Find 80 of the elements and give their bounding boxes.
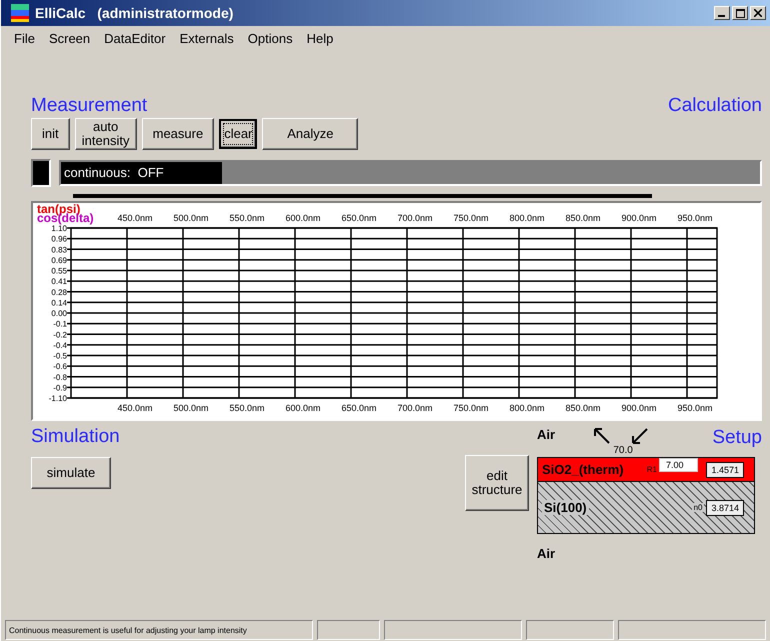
layer-tag: n0 (692, 503, 704, 512)
x-tick-label: 450.0nm (117, 403, 153, 413)
x-tick-label: 650.0nm (341, 403, 377, 413)
x-tick-label: 650.0nm (341, 213, 377, 223)
x-tick-label: 850.0nm (565, 213, 601, 223)
layer-name: SiO2_(therm) (542, 462, 624, 477)
index-field[interactable]: 1.4571 (706, 462, 744, 478)
y-tick-label: -0.2 (53, 330, 67, 340)
x-tick-label: 950.0nm (677, 213, 713, 223)
y-tick-label: -0.5 (53, 352, 67, 360)
y-tick-label: 0.14 (51, 298, 67, 308)
simulate-button[interactable]: simulate (31, 457, 111, 489)
y-tick-label: -0.9 (53, 383, 67, 392)
section-title: Calculation (668, 96, 762, 116)
ambient-label: Air (537, 427, 556, 442)
maximize-button[interactable] (732, 6, 748, 20)
x-tick-label: 800.0nm (509, 403, 545, 413)
index-field[interactable]: 3.8714 (706, 500, 744, 516)
section-title: Simulation (31, 427, 121, 447)
y-tick-label: -0.8 (53, 372, 67, 382)
measure-button[interactable]: measure (142, 118, 214, 150)
analyze-button[interactable]: Analyze (262, 118, 358, 150)
y-tick-label: 0.28 (51, 288, 67, 297)
layer-name: Si(100) (542, 500, 589, 515)
window-title: ElliCalc (administratormode) (35, 5, 234, 21)
close-button[interactable] (750, 6, 766, 20)
y-tick-label: -0.6 (53, 362, 67, 372)
y-tick-label: 0.69 (51, 256, 67, 265)
section-title: Setup (712, 427, 762, 449)
x-tick-label: 600.0nm (285, 213, 321, 223)
menu-item[interactable]: Screen (42, 30, 98, 46)
menu-item[interactable]: DataEditor (97, 30, 173, 46)
maximize-icon (736, 8, 744, 18)
x-tick-label: 900.0nm (621, 403, 657, 413)
x-tick-label: 450.0nm (117, 213, 153, 223)
y-tick-label: -0.1 (53, 320, 67, 329)
x-tick-label: 500.0nm (173, 213, 209, 223)
x-tick-label: 550.0nm (229, 403, 265, 413)
x-tick-label: 600.0nm (285, 403, 321, 413)
app-icon (11, 4, 29, 22)
menu-item[interactable]: File (7, 30, 42, 46)
y-tick-label: -0.4 (53, 340, 67, 350)
menu-item[interactable]: Externals (172, 30, 241, 46)
status-message: Continuous measurement is useful for adjusting your lamp intensity (5, 620, 313, 640)
init-button[interactable]: init (31, 118, 70, 150)
y-tick-label: 0.41 (51, 277, 67, 286)
y-tick-label: -1.10 (48, 394, 67, 403)
ambient-label: Air (537, 546, 556, 561)
edit-structure-button[interactable]: edit structure (465, 455, 529, 511)
clear-button[interactable]: clear (219, 119, 258, 149)
menu-item[interactable]: Options (240, 30, 300, 46)
substrate-layer[interactable]: Si(100) n0 3.8714 (538, 481, 754, 533)
layer-tag: R1 (646, 465, 657, 474)
menu-item[interactable]: Help (300, 30, 340, 46)
x-tick-label: 800.0nm (509, 213, 545, 223)
x-tick-label: 700.0nm (397, 403, 433, 413)
angle-label: 70.0 (613, 445, 633, 456)
x-tick-label: 750.0nm (453, 403, 489, 413)
legend-label: tan(psi) (37, 203, 80, 216)
x-tick-label: 750.0nm (453, 213, 489, 223)
x-tick-label: 900.0nm (621, 213, 657, 223)
minimize-button[interactable] (714, 6, 730, 20)
status-indicator (31, 159, 51, 187)
auto-intensity-button[interactable]: auto intensity (74, 118, 137, 150)
progress-label: continuous: OFF (64, 165, 164, 180)
close-icon (754, 9, 762, 17)
film-layer[interactable]: SiO2_(therm) R1 7.00 1.4571 (538, 458, 754, 481)
y-tick-label: 0.96 (51, 234, 67, 244)
thickness-field[interactable]: 7.00 (658, 458, 698, 472)
status-pane (317, 620, 380, 640)
x-tick-label: 850.0nm (565, 403, 601, 413)
x-tick-label: 700.0nm (397, 213, 433, 223)
x-tick-label: 550.0nm (229, 213, 265, 223)
x-tick-label: 500.0nm (173, 403, 209, 413)
x-tick-label: 950.0nm (677, 403, 713, 413)
y-tick-label: 0.55 (51, 266, 67, 276)
section-title: Measurement (31, 96, 148, 116)
y-tick-label: 0.83 (51, 245, 67, 254)
y-tick-label: 0.00 (51, 309, 67, 318)
y-tick-label: 1.10 (51, 224, 67, 233)
